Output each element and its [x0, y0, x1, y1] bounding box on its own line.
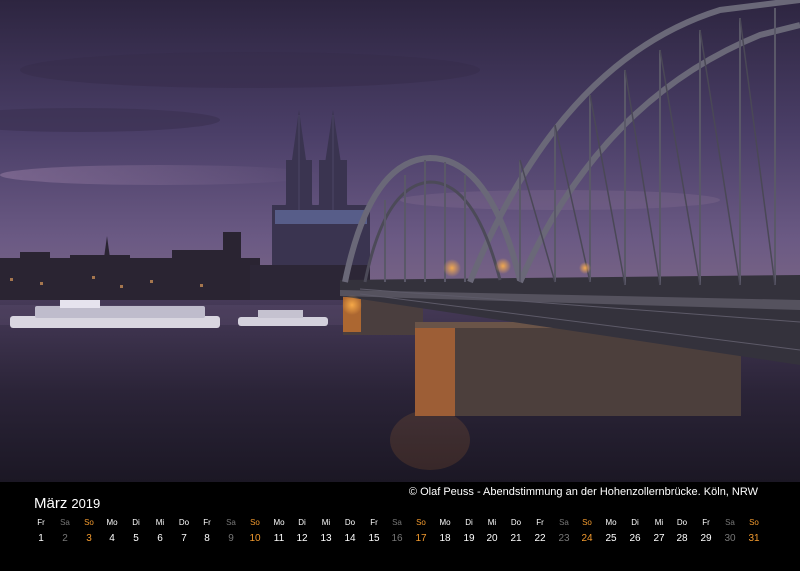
day-number: 11 — [273, 533, 285, 544]
weekday-label: Di — [465, 518, 473, 527]
day-number: 16 — [391, 533, 403, 544]
day-number: 5 — [133, 533, 139, 544]
day-number: 6 — [157, 533, 163, 544]
weekday-label: Di — [631, 518, 639, 527]
weekday-label: Fr — [536, 518, 544, 527]
day-number: 10 — [249, 533, 261, 544]
day-number: 8 — [204, 533, 210, 544]
weekday-label: So — [749, 518, 759, 527]
weekday-label: Do — [510, 518, 522, 527]
weekday-label: Mo — [439, 518, 451, 527]
day-number: 9 — [228, 533, 234, 544]
day-number: 2 — [62, 533, 68, 544]
month-name: März — [34, 495, 68, 512]
day-number: 1 — [38, 533, 44, 544]
weekday-label: Mi — [155, 518, 165, 527]
weekday-label: Mo — [273, 518, 285, 527]
day-number: 20 — [486, 533, 498, 544]
day-number: 28 — [676, 533, 688, 544]
day-number: 13 — [320, 533, 332, 544]
weekday-label: Mo — [605, 518, 617, 527]
weekday-label: Mo — [106, 518, 118, 527]
weekday-label: Do — [676, 518, 688, 527]
weekday-label: So — [582, 518, 592, 527]
day-number: 29 — [700, 533, 712, 544]
weekday-label: Mi — [487, 518, 497, 527]
month-heading: März 2019 — [34, 495, 100, 512]
weekday-label: Do — [344, 518, 356, 527]
weekday-label: Sa — [226, 518, 236, 527]
day-number: 25 — [605, 533, 617, 544]
day-number: 14 — [344, 533, 356, 544]
weekday-label: Sa — [392, 518, 402, 527]
day-number: 30 — [724, 533, 736, 544]
day-number: 27 — [653, 533, 665, 544]
day-number: 21 — [510, 533, 522, 544]
photo-credit: © Olaf Peuss - Abendstimmung an der Hohe… — [408, 486, 758, 498]
weekday-label: So — [84, 518, 94, 527]
day-number: 22 — [534, 533, 546, 544]
weekday-label: Sa — [559, 518, 569, 527]
day-number: 19 — [463, 533, 475, 544]
weekday-label: Mi — [654, 518, 664, 527]
weekday-label: Sa — [60, 518, 70, 527]
weekday-label: Mi — [321, 518, 331, 527]
day-number: 4 — [109, 533, 115, 544]
day-number: 15 — [368, 533, 380, 544]
day-number: 23 — [558, 533, 570, 544]
day-number: 31 — [748, 533, 760, 544]
weekday-label: Di — [132, 518, 140, 527]
weekday-label: Do — [178, 518, 190, 527]
year-label: 2019 — [71, 496, 101, 511]
weekday-label: Fr — [203, 518, 211, 527]
day-number: 24 — [581, 533, 593, 544]
weekday-label: Fr — [370, 518, 378, 527]
day-number: 12 — [296, 533, 308, 544]
weekday-label: So — [416, 518, 426, 527]
day-number: 3 — [86, 533, 92, 544]
calendar-strip: März 2019 © Olaf Peuss - Abendstimmung an… — [0, 482, 800, 571]
day-number: 18 — [439, 533, 451, 544]
day-number: 7 — [181, 533, 187, 544]
weekday-label: Fr — [37, 518, 45, 527]
weekday-label: Di — [298, 518, 306, 527]
photo-cologne-cathedral-hohenzollern-bridge — [0, 0, 800, 482]
day-number: 17 — [415, 533, 427, 544]
day-grid: Fr 1 Sa 2 So 3 Mo 4 Di 5 Mi 6 Do 7 Fr 8 Sa 9 So 10 Mo 11 Di 12 M… — [0, 518, 800, 558]
weekday-label: Sa — [725, 518, 735, 527]
weekday-label: Fr — [702, 518, 710, 527]
day-number: 26 — [629, 533, 641, 544]
weekday-label: So — [250, 518, 260, 527]
